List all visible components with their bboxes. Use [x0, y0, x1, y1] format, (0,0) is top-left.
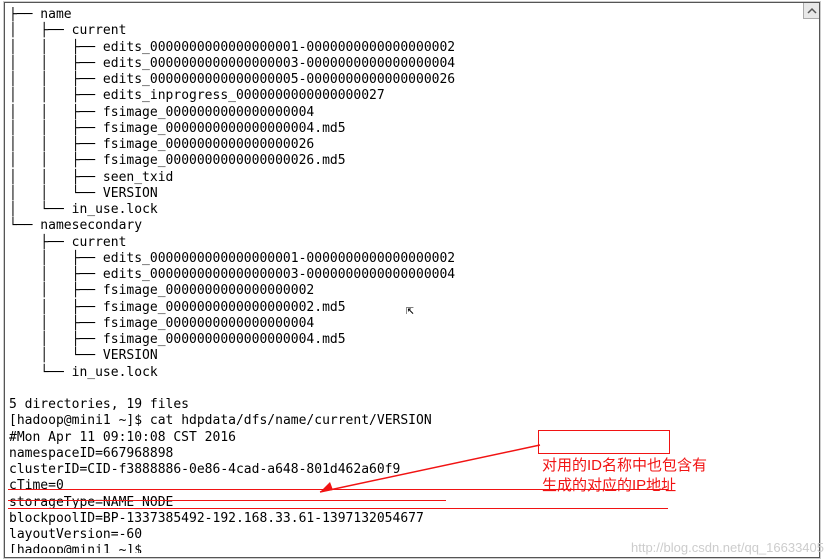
- shell-command: cat hdpdata/dfs/name/current/VERSION: [150, 413, 432, 428]
- file-name: fsimage_0000000000000000002: [103, 283, 314, 298]
- file-name: in_use.lock: [72, 365, 158, 380]
- file-name: in_use.lock: [72, 202, 158, 217]
- chevron-up-icon: [807, 6, 817, 16]
- file-name: fsimage_0000000000000000026.md5: [103, 153, 346, 168]
- file-name: edits_0000000000000000001-00000000000000…: [103, 251, 455, 266]
- annotation-text: 对用的ID名称中也包含有 生成的对应的IP地址: [542, 456, 707, 495]
- annotation-strike: [8, 500, 446, 501]
- file-name: edits_inprogress_0000000000000000027: [103, 88, 385, 103]
- file-name: seen_txid: [103, 170, 173, 185]
- file-name: fsimage_0000000000000000026: [103, 137, 314, 152]
- file-line: layoutVersion=-60: [9, 527, 142, 542]
- file-name: fsimage_0000000000000000002.md5: [103, 300, 346, 315]
- file-name: fsimage_0000000000000000004: [103, 316, 314, 331]
- annotation-underline: [8, 508, 668, 509]
- file-line: clusterID=CID-f3888886-0e86-4cad-a648-80…: [9, 462, 400, 477]
- file-line: cTime=0: [9, 478, 64, 493]
- file-line: #Mon Apr 11 09:10:08 CST 2016: [9, 430, 236, 445]
- file-name: VERSION: [103, 186, 158, 201]
- shell-prompt: [hadoop@mini1 ~]$: [9, 413, 150, 428]
- watermark-text: http://blog.csdn.net/qq_16633405: [631, 540, 824, 556]
- file-name: fsimage_0000000000000000004.md5: [103, 121, 346, 136]
- file-name: fsimage_0000000000000000004: [103, 105, 314, 120]
- shell-prompt: [hadoop@mini1 ~]$: [9, 543, 142, 553]
- file-name: edits_0000000000000000005-00000000000000…: [103, 72, 455, 87]
- tree-summary: 5 directories, 19 files: [9, 397, 189, 412]
- file-line: blockpoolID=BP-1337385492-192.168.33.61-…: [9, 511, 424, 526]
- annotation-line: 对用的ID名称中也包含有: [542, 456, 707, 476]
- file-name: fsimage_0000000000000000004.md5: [103, 332, 346, 347]
- text-cursor-icon: ⇱: [406, 303, 414, 319]
- file-name: edits_0000000000000000001-00000000000000…: [103, 40, 455, 55]
- annotation-box: [538, 430, 670, 454]
- file-name: edits_0000000000000000003-00000000000000…: [103, 267, 455, 282]
- file-name: edits_0000000000000000003-00000000000000…: [103, 56, 455, 71]
- file-line: namespaceID=667968898: [9, 446, 173, 461]
- file-name: VERSION: [103, 348, 158, 363]
- annotation-line: 生成的对应的IP地址: [542, 476, 707, 496]
- scroll-up-button[interactable]: [803, 3, 819, 19]
